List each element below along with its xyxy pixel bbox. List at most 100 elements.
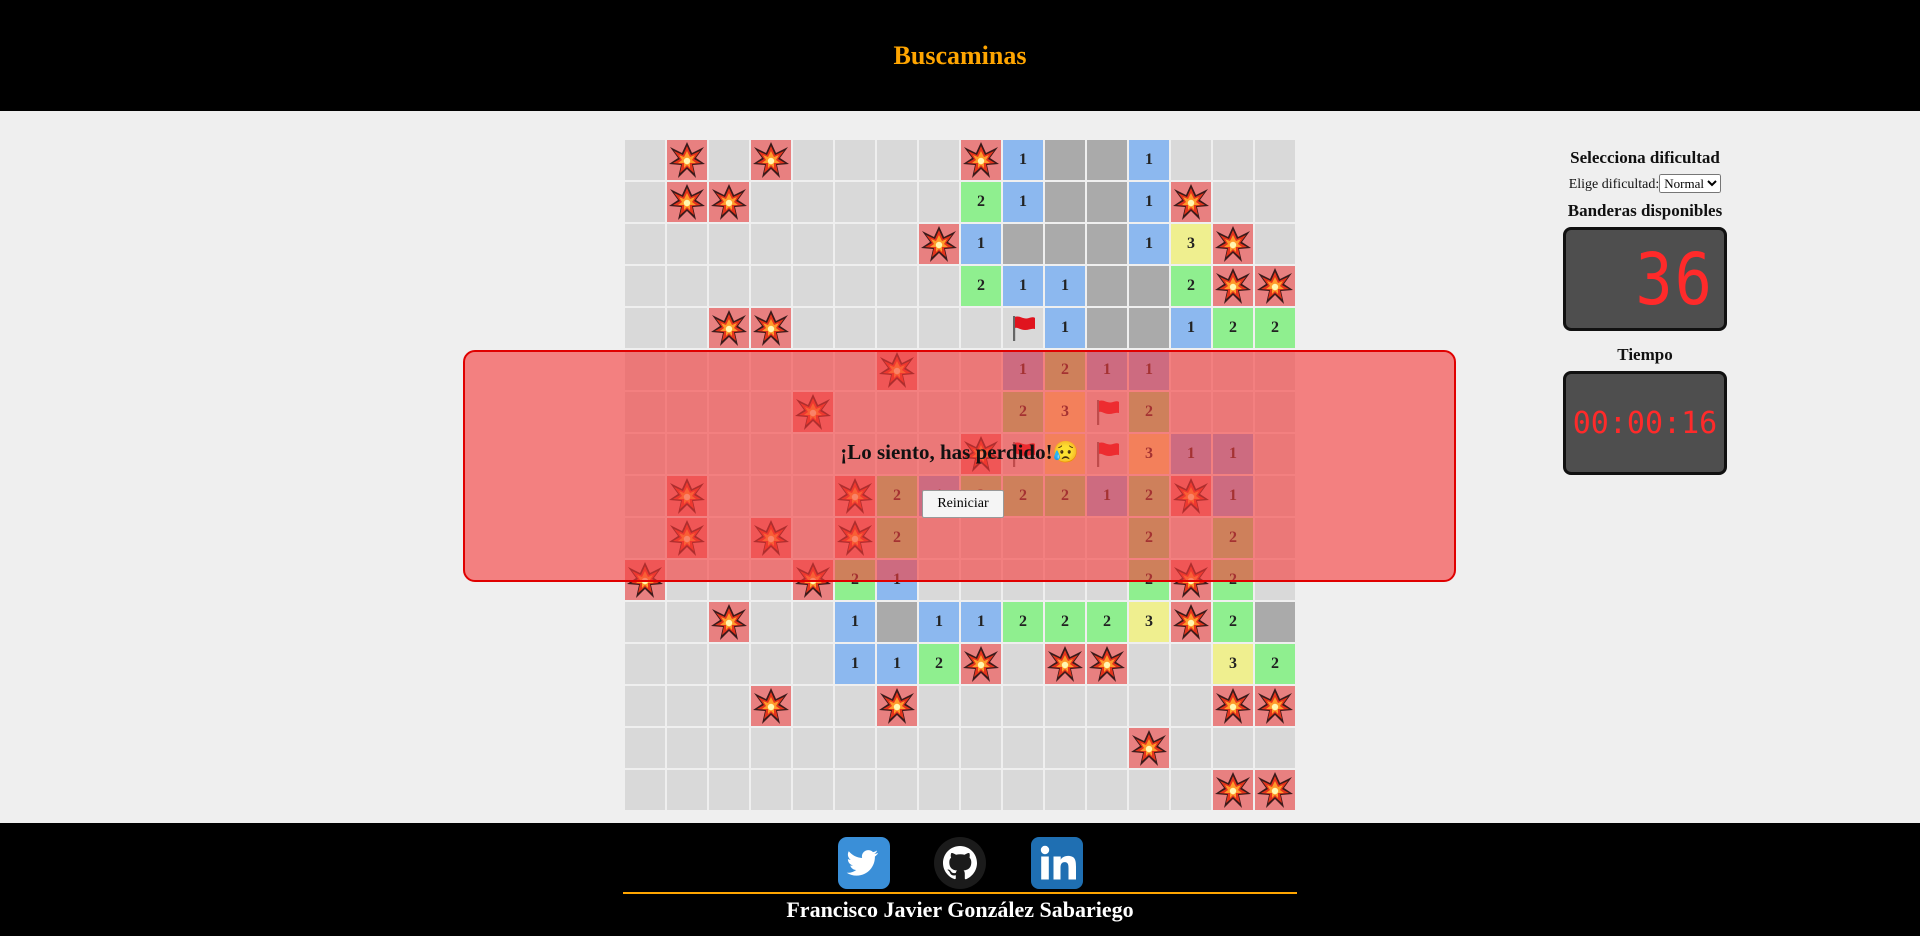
- hidden-cell[interactable]: [625, 728, 665, 768]
- number-cell[interactable]: 3: [1213, 644, 1253, 684]
- empty-cell[interactable]: [1087, 182, 1127, 222]
- hidden-cell[interactable]: [877, 140, 917, 180]
- mine-cell[interactable]: [877, 686, 917, 726]
- hidden-cell[interactable]: [835, 224, 875, 264]
- hidden-cell[interactable]: [919, 728, 959, 768]
- empty-cell[interactable]: [1045, 140, 1085, 180]
- number-cell[interactable]: 2: [961, 182, 1001, 222]
- hidden-cell[interactable]: [1087, 770, 1127, 810]
- hidden-cell[interactable]: [709, 644, 749, 684]
- hidden-cell[interactable]: [709, 686, 749, 726]
- number-cell[interactable]: 1: [1129, 140, 1169, 180]
- number-cell[interactable]: 2: [961, 266, 1001, 306]
- number-cell[interactable]: 3: [1129, 602, 1169, 642]
- empty-cell[interactable]: [1045, 182, 1085, 222]
- hidden-cell[interactable]: [751, 728, 791, 768]
- number-cell[interactable]: 1: [919, 602, 959, 642]
- difficulty-select[interactable]: Normal: [1659, 174, 1722, 193]
- hidden-cell[interactable]: [1045, 686, 1085, 726]
- hidden-cell[interactable]: [1171, 770, 1211, 810]
- empty-cell[interactable]: [1045, 224, 1085, 264]
- hidden-cell[interactable]: [793, 728, 833, 768]
- hidden-cell[interactable]: [1255, 140, 1295, 180]
- mine-cell[interactable]: [1171, 182, 1211, 222]
- hidden-cell[interactable]: [625, 308, 665, 348]
- mine-cell[interactable]: [1255, 770, 1295, 810]
- number-cell[interactable]: 1: [835, 602, 875, 642]
- mine-cell[interactable]: [1213, 266, 1253, 306]
- number-cell[interactable]: 1: [1171, 308, 1211, 348]
- empty-cell[interactable]: [1087, 266, 1127, 306]
- number-cell[interactable]: 1: [1003, 140, 1043, 180]
- hidden-cell[interactable]: [793, 140, 833, 180]
- mine-cell[interactable]: [751, 140, 791, 180]
- hidden-cell[interactable]: [877, 770, 917, 810]
- mine-cell[interactable]: [1255, 266, 1295, 306]
- hidden-cell[interactable]: [793, 182, 833, 222]
- hidden-cell[interactable]: [961, 686, 1001, 726]
- hidden-cell[interactable]: [1213, 728, 1253, 768]
- twitter-icon[interactable]: [838, 837, 890, 889]
- hidden-cell[interactable]: [835, 182, 875, 222]
- number-cell[interactable]: 1: [835, 644, 875, 684]
- number-cell[interactable]: 1: [877, 644, 917, 684]
- hidden-cell[interactable]: [835, 308, 875, 348]
- hidden-cell[interactable]: [919, 770, 959, 810]
- hidden-cell[interactable]: [751, 770, 791, 810]
- hidden-cell[interactable]: [877, 266, 917, 306]
- hidden-cell[interactable]: [919, 308, 959, 348]
- hidden-cell[interactable]: [667, 224, 707, 264]
- mine-cell[interactable]: [667, 182, 707, 222]
- hidden-cell[interactable]: [793, 266, 833, 306]
- empty-cell[interactable]: [1087, 140, 1127, 180]
- empty-cell[interactable]: [1087, 308, 1127, 348]
- hidden-cell[interactable]: [961, 770, 1001, 810]
- hidden-cell[interactable]: [625, 686, 665, 726]
- hidden-cell[interactable]: [709, 266, 749, 306]
- mine-cell[interactable]: [919, 224, 959, 264]
- hidden-cell[interactable]: [793, 686, 833, 726]
- hidden-cell[interactable]: [751, 602, 791, 642]
- hidden-cell[interactable]: [1003, 728, 1043, 768]
- empty-cell[interactable]: [1129, 266, 1169, 306]
- number-cell[interactable]: 3: [1171, 224, 1211, 264]
- number-cell[interactable]: 1: [1003, 182, 1043, 222]
- number-cell[interactable]: 1: [1045, 308, 1085, 348]
- number-cell[interactable]: 2: [1045, 602, 1085, 642]
- number-cell[interactable]: 1: [961, 602, 1001, 642]
- empty-cell[interactable]: [1087, 224, 1127, 264]
- number-cell[interactable]: 2: [1213, 308, 1253, 348]
- number-cell[interactable]: 2: [1087, 602, 1127, 642]
- hidden-cell[interactable]: [667, 266, 707, 306]
- hidden-cell[interactable]: [1045, 770, 1085, 810]
- hidden-cell[interactable]: [625, 182, 665, 222]
- hidden-cell[interactable]: [751, 644, 791, 684]
- hidden-cell[interactable]: [667, 770, 707, 810]
- mine-cell[interactable]: [1129, 728, 1169, 768]
- hidden-cell[interactable]: [1213, 140, 1253, 180]
- hidden-cell[interactable]: [1171, 644, 1211, 684]
- number-cell[interactable]: 2: [1213, 602, 1253, 642]
- mine-cell[interactable]: [1213, 770, 1253, 810]
- hidden-cell[interactable]: [1129, 644, 1169, 684]
- hidden-cell[interactable]: [1003, 686, 1043, 726]
- hidden-cell[interactable]: [667, 728, 707, 768]
- empty-cell[interactable]: [1003, 224, 1043, 264]
- number-cell[interactable]: 1: [961, 224, 1001, 264]
- hidden-cell[interactable]: [751, 266, 791, 306]
- number-cell[interactable]: 1: [1003, 266, 1043, 306]
- mine-cell[interactable]: [961, 644, 1001, 684]
- number-cell[interactable]: 2: [1255, 308, 1295, 348]
- mine-cell[interactable]: [709, 182, 749, 222]
- hidden-cell[interactable]: [793, 308, 833, 348]
- hidden-cell[interactable]: [709, 224, 749, 264]
- hidden-cell[interactable]: [709, 140, 749, 180]
- hidden-cell[interactable]: [793, 770, 833, 810]
- hidden-cell[interactable]: [1255, 728, 1295, 768]
- hidden-cell[interactable]: [625, 224, 665, 264]
- mine-cell[interactable]: [1087, 644, 1127, 684]
- hidden-cell[interactable]: [1213, 182, 1253, 222]
- hidden-cell[interactable]: [1045, 728, 1085, 768]
- mine-cell[interactable]: [709, 308, 749, 348]
- mine-cell[interactable]: [1213, 224, 1253, 264]
